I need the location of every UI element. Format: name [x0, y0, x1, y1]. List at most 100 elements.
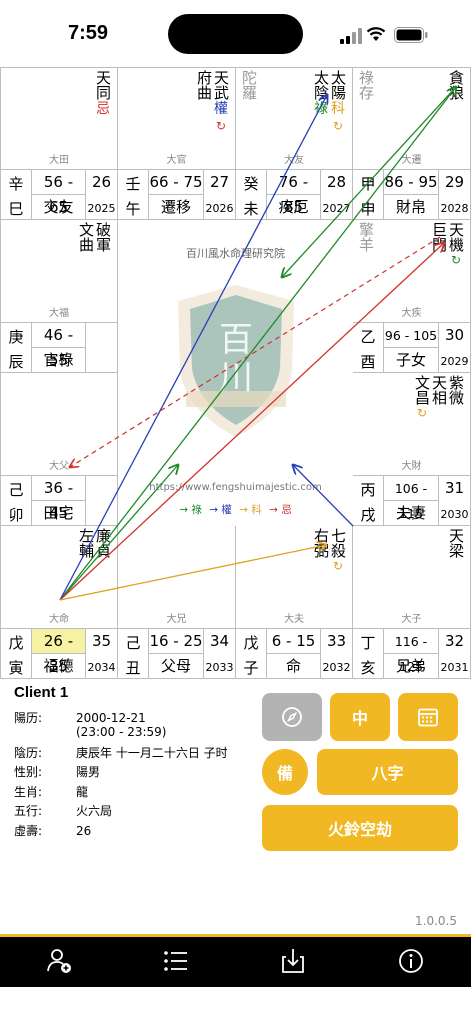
- star-name: 破軍: [94, 222, 112, 252]
- palace-name: 田宅: [32, 500, 86, 525]
- palace-xu[interactable]: 紫微 天相 文昌 ↻ 大財: [353, 373, 471, 476]
- calendar-button[interactable]: [398, 693, 458, 741]
- website-url[interactable]: https://www.fengshuimajestic.com: [118, 482, 353, 493]
- star-col: 擎羊: [357, 222, 375, 252]
- compass-icon: [282, 707, 302, 727]
- legend-ji: → 忌: [269, 504, 292, 516]
- age: 34: [209, 632, 230, 650]
- info-key: 性别:: [14, 765, 43, 779]
- tab-bar: [0, 937, 471, 987]
- palace-wei[interactable]: 陀羅 太陽 科 ↻ 太陰 祿 大友: [236, 67, 353, 170]
- star-col: 天武 權 ↻: [212, 70, 230, 134]
- ganzhi: 戊寅: [1, 629, 32, 678]
- star-name: 太陰: [312, 70, 330, 100]
- palace-name: 夫妻: [384, 500, 439, 525]
- download-icon[interactable]: [279, 947, 307, 975]
- legend-quan: → 權: [209, 504, 232, 516]
- palace-name: 財帛: [384, 194, 439, 219]
- palace-hai[interactable]: 天梁 大子: [353, 526, 471, 629]
- age: 30: [444, 326, 465, 344]
- star-col: 文曲: [77, 222, 95, 252]
- refresh-icon: ↻: [450, 253, 462, 267]
- palace-shen[interactable]: 祿存 貪狼 大遷: [353, 67, 471, 170]
- refresh-icon: ↻: [332, 559, 344, 573]
- info-value: 陽男: [76, 765, 101, 779]
- year: 2025: [87, 201, 116, 215]
- age: 29: [444, 173, 465, 191]
- info-key: 虛壽:: [14, 823, 43, 838]
- palace-chen[interactable]: 破軍 文曲 大福: [0, 220, 118, 323]
- palace-stars: 天機 ↻ 巨門: [430, 222, 465, 268]
- star-name: 天武: [212, 70, 230, 100]
- palace-si[interactable]: 天同 忌 大田: [0, 67, 118, 170]
- palace-name: 官祿: [32, 347, 86, 372]
- info-key: 陽历:: [14, 711, 43, 725]
- palace-you[interactable]: 擎羊 天機 ↻ 巨門 大疾: [353, 220, 471, 323]
- palace-info-chen: 庚辰 46 - 55 官祿: [0, 323, 118, 373]
- year: 2031: [440, 660, 469, 674]
- info-value: 火六局: [76, 804, 113, 818]
- info-key: 五行:: [14, 804, 43, 818]
- age: 27: [209, 173, 230, 191]
- palace-wu[interactable]: 天武 權 ↻ 府曲 大官: [118, 67, 236, 170]
- app-version: 1.0.0.5: [415, 914, 457, 928]
- decade-label: 大福: [49, 308, 69, 319]
- star-name: 右弼: [312, 528, 330, 558]
- gan: 甲: [360, 175, 376, 193]
- palace-chou[interactable]: 大兄: [118, 526, 236, 629]
- star-name: 天機: [447, 222, 465, 252]
- palace-stars: 天武 權 ↻ 府曲: [195, 70, 230, 134]
- palace-info-wei: 癸未 76 - 85 疾厄 28 2027: [236, 170, 353, 220]
- huoling-button[interactable]: 火鈴空劫: [262, 805, 458, 851]
- zhi: 辰: [8, 353, 24, 371]
- decade-label: 大父: [49, 461, 69, 472]
- palace-yin[interactable]: 廉貞 左輔 大命: [0, 526, 118, 629]
- decade-label: 大遷: [401, 155, 422, 166]
- compass-button[interactable]: [262, 693, 322, 741]
- age: 26: [91, 173, 112, 191]
- wifi-icon: [366, 27, 386, 41]
- refresh-icon: ↻: [215, 119, 227, 133]
- gan: 己: [125, 634, 141, 652]
- palace-name: 命: [267, 653, 321, 678]
- gan: 辛: [8, 175, 24, 193]
- star-name: 七殺: [329, 528, 347, 558]
- home-area: [0, 987, 471, 1024]
- palace-info-you: 乙酉 96 - 105 子女 30 2029: [353, 323, 471, 373]
- star-col: 紫微: [447, 375, 465, 421]
- legend-ke: → 科: [239, 504, 262, 516]
- star-col: 左輔: [77, 528, 95, 558]
- decade-label: 大田: [49, 155, 69, 166]
- transform-badge: 忌: [96, 101, 110, 117]
- list-icon[interactable]: [162, 947, 190, 975]
- add-user-icon[interactable]: [46, 947, 74, 975]
- star-col: 祿存: [357, 70, 375, 100]
- star-col: 天同 忌: [94, 70, 112, 118]
- minor-star-name: 擎羊: [357, 222, 375, 252]
- info-icon[interactable]: [397, 947, 425, 975]
- star-name: 文曲: [77, 222, 95, 252]
- decade-range: 36 - 45: [32, 476, 86, 522]
- palace-stars: 紫微 天相 文昌 ↻: [413, 375, 465, 421]
- star-col: 陀羅: [240, 70, 258, 100]
- info-row: 虛壽: 26: [14, 822, 254, 842]
- palace-zi[interactable]: 七殺 ↻ 右弼 大夫: [236, 526, 353, 629]
- age: 33: [326, 632, 347, 650]
- palace-stars: 廉貞 左輔: [77, 528, 112, 558]
- calendar-icon: [418, 708, 438, 727]
- backup-button[interactable]: 備: [262, 749, 308, 795]
- star-name: 文昌: [413, 375, 431, 405]
- palace-mao[interactable]: 大父: [0, 373, 118, 476]
- ganzhi: 丁亥: [353, 629, 384, 678]
- bazi-button-label: 八字: [371, 764, 404, 783]
- palace-info-zi: 戊子 6 - 15 命 33 2032: [236, 629, 353, 679]
- ganzhi: 辛巳: [1, 170, 32, 219]
- center-button[interactable]: 中: [330, 693, 390, 741]
- gan: 戊: [243, 634, 259, 652]
- transform-badge: 科: [331, 101, 345, 117]
- year: [86, 501, 117, 526]
- transform-legend: → 祿 → 權 → 科 → 忌: [118, 502, 353, 517]
- star-col: 破軍: [94, 222, 112, 252]
- star-col: 文昌 ↻: [413, 375, 431, 421]
- bazi-button[interactable]: 八字: [317, 749, 458, 795]
